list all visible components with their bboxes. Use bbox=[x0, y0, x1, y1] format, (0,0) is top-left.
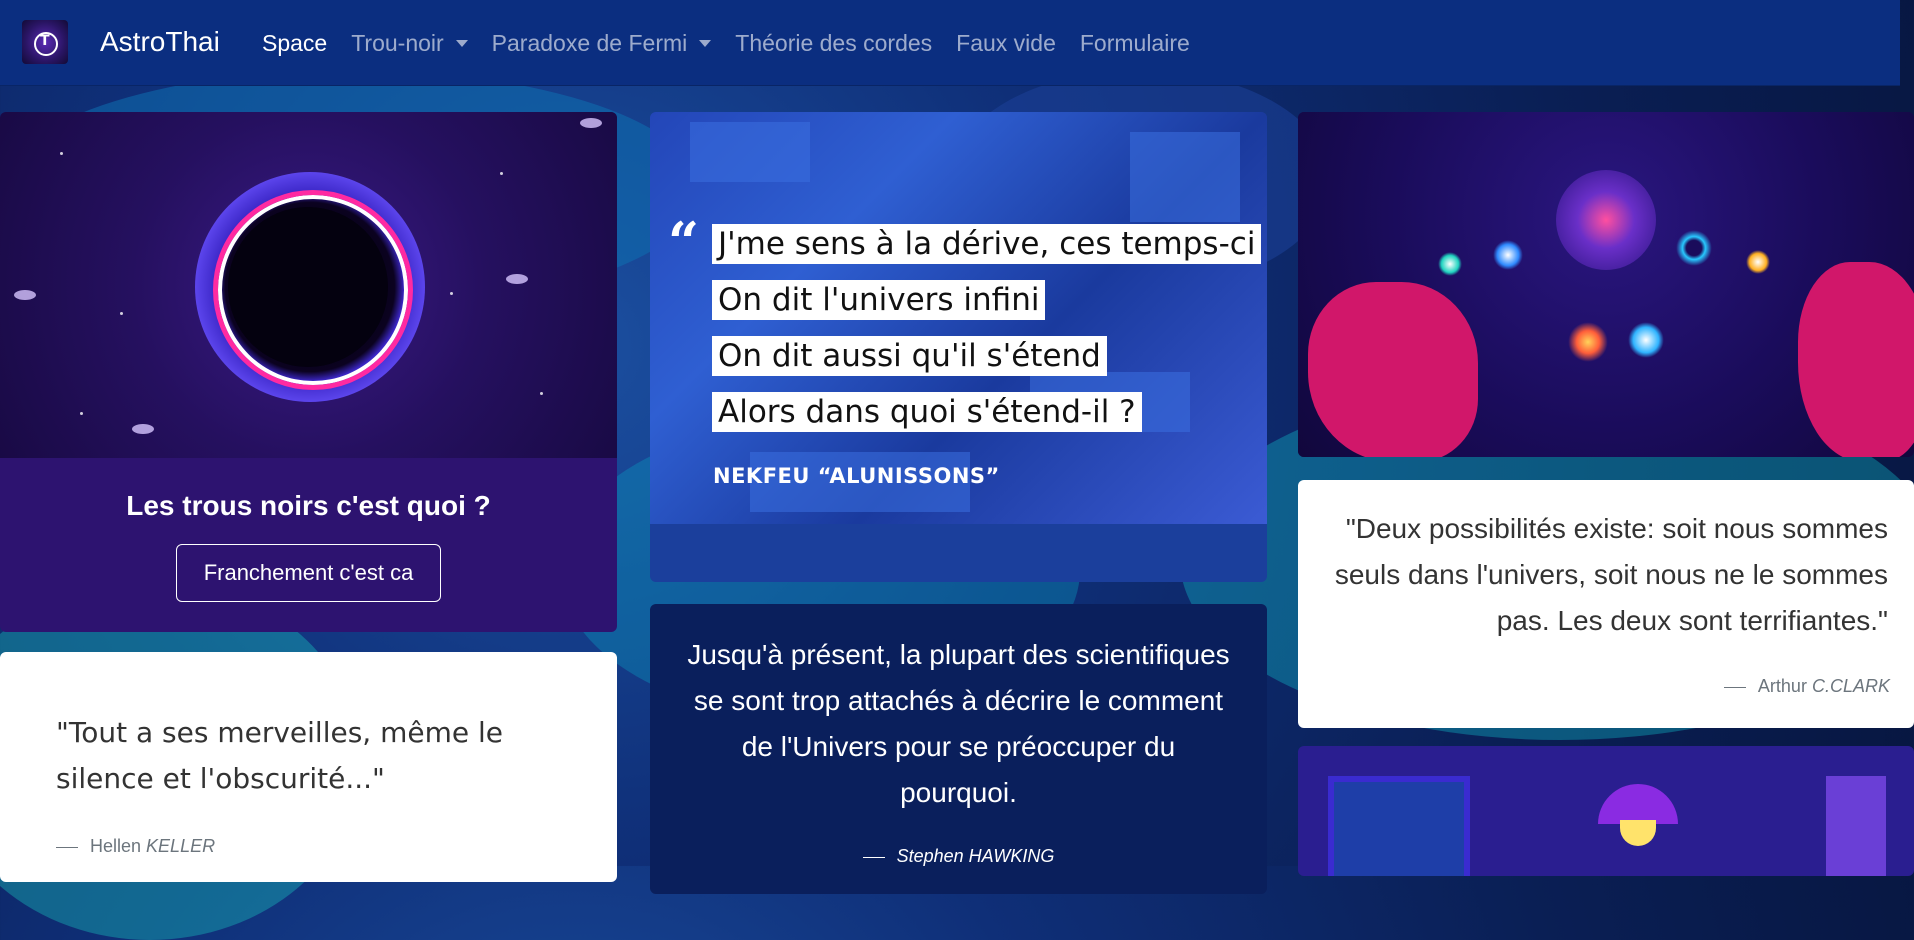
quote-text: Jusqu'à présent, la plupart des scientif… bbox=[687, 639, 1230, 808]
star-icon bbox=[540, 392, 543, 395]
author-first-name: Arthur bbox=[1757, 676, 1807, 696]
stair-decoration bbox=[1130, 132, 1240, 222]
nav-link-label: Théorie des cordes bbox=[735, 30, 933, 56]
logo-letter-icon: T bbox=[40, 33, 50, 49]
dash-icon bbox=[862, 856, 885, 858]
nekfeu-quote-image: “ J'me sens à la dérive, ces temps-ci On… bbox=[650, 112, 1267, 524]
supernova-orb-icon bbox=[1568, 322, 1608, 362]
star-icon bbox=[500, 172, 503, 175]
nav-dropdown-paradoxe-de-fermi[interactable]: Paradoxe de Fermi bbox=[492, 30, 712, 57]
galaxy-icon bbox=[14, 290, 36, 300]
galaxy-orb-icon bbox=[1556, 170, 1656, 270]
galaxy-icon bbox=[132, 424, 154, 434]
star-icon bbox=[80, 412, 83, 415]
nav-link-label: Space bbox=[262, 30, 328, 56]
navbar: T AstroThai Space Trou-noir Paradoxe de … bbox=[0, 0, 1900, 86]
quote-author: Arthur C.CLARK bbox=[1723, 676, 1890, 697]
keller-quote-card: "Tout a ses merveilles, même le silence … bbox=[0, 652, 617, 882]
blackhole-core-icon bbox=[228, 207, 388, 367]
nav-link-space[interactable]: Space bbox=[262, 30, 327, 57]
light-bulb-icon bbox=[1620, 820, 1656, 846]
galaxy-icon bbox=[580, 118, 602, 128]
left-hand-icon bbox=[1308, 282, 1478, 457]
stair-decoration bbox=[690, 122, 810, 182]
room-illustration-card bbox=[1298, 746, 1914, 876]
author-first-name: Hellen bbox=[90, 836, 142, 856]
caret-down-icon bbox=[699, 40, 712, 47]
dash-icon bbox=[56, 846, 78, 848]
cosmos-illustration-card bbox=[1298, 112, 1914, 457]
cosmos-illustration bbox=[1298, 112, 1914, 457]
lyric-line: On dit aussi qu'il s'étend bbox=[712, 336, 1107, 376]
caret-down-icon bbox=[455, 40, 468, 47]
clark-quote-card: "Deux possibilités existe: soit nous som… bbox=[1298, 480, 1914, 728]
blackhole-orb-icon bbox=[1676, 230, 1712, 266]
bookshelf-icon bbox=[1826, 776, 1886, 876]
blackhole-card-title: Les trous noirs c'est quoi ? bbox=[126, 490, 491, 521]
nav-dropdown-trou-noir[interactable]: Trou-noir bbox=[351, 30, 468, 57]
star-icon bbox=[450, 292, 453, 295]
brand-logo[interactable]: T bbox=[22, 20, 68, 64]
lyric-line: Alors dans quoi s'étend-il ? bbox=[712, 392, 1142, 432]
nav-link-label: Faux vide bbox=[956, 30, 1056, 56]
star-orb-icon bbox=[1438, 252, 1462, 276]
star-icon bbox=[60, 152, 63, 155]
quote-text: "Tout a ses merveilles, même le silence … bbox=[56, 716, 504, 795]
lamp-icon bbox=[1598, 784, 1678, 824]
quote-mark-icon: “ bbox=[668, 210, 700, 274]
hawking-quote-card: Jusqu'à présent, la plupart des scientif… bbox=[650, 604, 1267, 894]
nav-link-label: Paradoxe de Fermi bbox=[491, 30, 688, 56]
galaxy-icon bbox=[506, 274, 528, 284]
blackhole-info-button[interactable]: Franchement c'est ca bbox=[176, 544, 441, 602]
quote-text: "Deux possibilités existe: soit nous som… bbox=[1334, 513, 1888, 636]
nav-link-faux-vide[interactable]: Faux vide bbox=[956, 30, 1056, 57]
quote-author: Hellen KELLER bbox=[56, 836, 215, 857]
star-orb-icon bbox=[1628, 322, 1664, 358]
right-hand-icon bbox=[1798, 262, 1914, 457]
lyric-author: NEKFEU “ALUNISSONS” bbox=[713, 464, 1000, 488]
nav-link-label: Trou-noir bbox=[351, 30, 444, 56]
author-last-name: KELLER bbox=[146, 836, 216, 856]
nav-link-formulaire[interactable]: Formulaire bbox=[1080, 30, 1190, 57]
blackhole-card: Les trous noirs c'est quoi ? Franchement… bbox=[0, 112, 617, 632]
nekfeu-quote-card: “ J'me sens à la dérive, ces temps-ci On… bbox=[650, 112, 1267, 582]
quote-author: Stephen HAWKING bbox=[650, 846, 1267, 867]
blackhole-illustration bbox=[0, 112, 617, 458]
nav-links: Space Trou-noir Paradoxe de Fermi Théori… bbox=[262, 30, 1190, 57]
lyric-line: On dit l'univers infini bbox=[712, 280, 1046, 320]
lyric-line: J'me sens à la dérive, ces temps-ci bbox=[712, 224, 1262, 264]
star-icon bbox=[120, 312, 123, 315]
author-name: Stephen HAWKING bbox=[896, 846, 1055, 866]
brand-name[interactable]: AstroThai bbox=[100, 26, 220, 58]
window-icon bbox=[1328, 776, 1470, 876]
nav-link-theorie-des-cordes[interactable]: Théorie des cordes bbox=[735, 30, 932, 57]
dash-icon bbox=[1723, 686, 1746, 688]
author-last-name: C.CLARK bbox=[1811, 676, 1890, 696]
star-orb-icon bbox=[1746, 250, 1770, 274]
nav-link-label: Formulaire bbox=[1079, 30, 1190, 56]
star-orb-icon bbox=[1493, 240, 1523, 270]
